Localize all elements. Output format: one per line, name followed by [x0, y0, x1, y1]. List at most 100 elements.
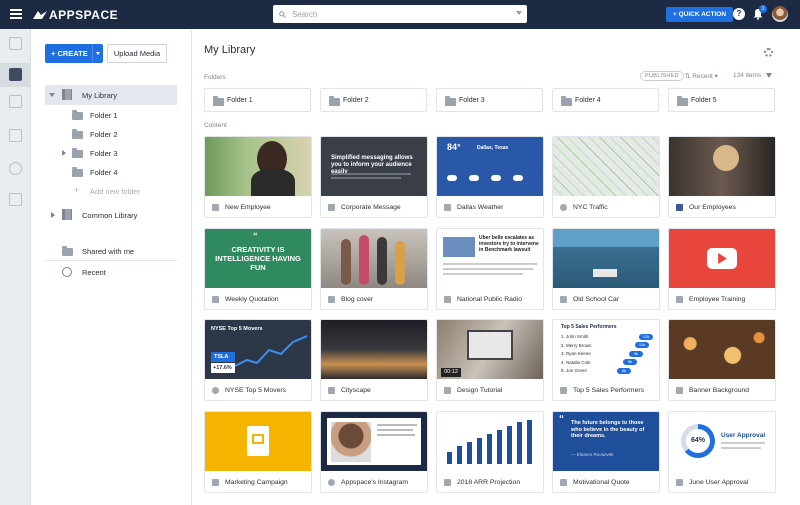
sort-label: Recent	[692, 73, 713, 80]
help-icon[interactable]: ?	[733, 8, 745, 20]
tasks-icon[interactable]	[9, 193, 22, 206]
tree-item-folder-2[interactable]: Folder 2	[45, 124, 177, 144]
hamburger-menu-icon[interactable]	[10, 9, 22, 19]
content-card[interactable]: Appspace's Instagram	[320, 411, 428, 493]
sales-name: 5. Jon Green	[561, 368, 588, 373]
dashboard-icon[interactable]	[9, 37, 22, 50]
tree-item-shared[interactable]: Shared with me	[45, 241, 177, 261]
sort-dropdown[interactable]: ⇅ Recent ▾	[685, 72, 718, 80]
content-card[interactable]: 2018 ARR Projection	[436, 411, 544, 493]
content-card[interactable]: Employee Training	[668, 228, 776, 310]
collapse-icon[interactable]	[49, 93, 55, 97]
cloud-icon	[444, 203, 451, 211]
folder-card[interactable]: Folder 5	[668, 88, 775, 112]
nyse-ticker: TSLA	[214, 354, 229, 360]
folder-card[interactable]: Folder 1	[204, 88, 311, 112]
tree-item-folder-4[interactable]: Folder 4	[45, 162, 177, 182]
upload-media-button[interactable]: Upload Media	[107, 44, 167, 63]
content-card[interactable]: 84° Dallas, Texas Dallas Weather	[436, 136, 544, 218]
gear-icon[interactable]	[764, 48, 773, 57]
appspace-logo[interactable]: APPSPACE	[33, 8, 118, 22]
share-icon[interactable]	[9, 95, 22, 108]
global-search[interactable]	[273, 5, 527, 23]
folder-icon	[72, 148, 83, 158]
tree-item-label: Folder 1	[90, 111, 118, 120]
content-card[interactable]: New Employee	[204, 136, 312, 218]
content-card[interactable]: Top 5 Sales Performers 1. John Smith 2. …	[552, 319, 660, 401]
template-icon	[560, 478, 567, 486]
channels-icon[interactable]	[9, 129, 22, 142]
tree-item-folder-3[interactable]: Folder 3	[45, 143, 177, 163]
content-card[interactable]: Simplified messaging allows you to infor…	[320, 136, 428, 218]
folder-card[interactable]: Folder 4	[552, 88, 659, 112]
approval-percent: 64%	[686, 429, 710, 453]
content-card[interactable]: Cityscape	[320, 319, 428, 401]
library-icon	[62, 209, 72, 220]
image-icon	[328, 295, 335, 303]
add-new-folder[interactable]: + Add new folder	[45, 181, 177, 201]
folder-card[interactable]: Folder 3	[436, 88, 543, 112]
quick-action-button[interactable]: + QUICK ACTION	[666, 7, 734, 22]
content-card[interactable]: 64% User Approval June User Approval	[668, 411, 776, 493]
tree-item-common-library[interactable]: Common Library	[45, 205, 177, 225]
folder-icon	[72, 167, 83, 177]
folder-name: Folder 5	[691, 97, 717, 104]
folder-icon	[213, 96, 224, 106]
sales-name: 2. Merry Brown	[561, 342, 592, 348]
thumbnail: “ The future belongs to those who believ…	[553, 412, 659, 471]
notification-count-badge: 1	[759, 5, 767, 13]
tree-item-folder-1[interactable]: Folder 1	[45, 105, 177, 125]
play-icon	[718, 253, 727, 264]
expand-icon[interactable]	[62, 150, 66, 156]
content-card[interactable]: Old School Car	[552, 228, 660, 310]
search-input[interactable]	[292, 9, 502, 19]
folder-icon	[677, 96, 688, 106]
thumbnail	[321, 229, 427, 288]
thumbnail: 00:12	[437, 320, 543, 379]
item-name: June User Approval	[689, 478, 749, 486]
tree-item-my-library[interactable]: My Library	[45, 85, 177, 105]
logo-mark-icon	[33, 11, 47, 19]
item-name: National Public Radio	[457, 295, 522, 303]
content-card[interactable]: “ CREATIVITY IS INTELLIGENCE HAVING FUN …	[204, 228, 312, 310]
create-button[interactable]: + CREATE	[45, 44, 103, 63]
content-card[interactable]: 00:12 Design Tutorial	[436, 319, 544, 401]
folder-card[interactable]: Folder 2	[320, 88, 427, 112]
thumbnail: 64% User Approval	[669, 412, 775, 471]
item-name: Marketing Campaign	[225, 478, 288, 486]
sales-title: Top 5 Sales Performers	[561, 324, 617, 330]
item-name: New Employee	[225, 203, 271, 211]
user-avatar[interactable]	[772, 6, 788, 22]
sales-value: 8k	[623, 359, 637, 365]
tree-item-label: Folder 2	[90, 130, 118, 139]
item-count: 134 items	[733, 72, 762, 79]
filter-icon[interactable]	[766, 73, 772, 78]
thumbnail	[553, 137, 659, 196]
thumbnail	[553, 229, 659, 288]
content-card[interactable]: Our Employees	[668, 136, 776, 218]
tree-item-recent[interactable]: Recent	[45, 262, 177, 282]
template-icon	[328, 203, 335, 211]
published-filter-chip[interactable]: PUBLISHED	[640, 71, 684, 81]
quote-author: — Eleanor Roosevelt	[571, 452, 614, 457]
plus-icon: +	[74, 185, 80, 195]
content-card[interactable]: Blog cover	[320, 228, 428, 310]
item-name: Motivational Quote	[573, 478, 630, 486]
shared-folder-icon	[72, 129, 83, 139]
content-card[interactable]: Uber belle escalates as investors try to…	[436, 228, 544, 310]
content-card[interactable]: “ The future belongs to those who believ…	[552, 411, 660, 493]
content-card[interactable]: NYC Traffic	[552, 136, 660, 218]
users-icon[interactable]	[9, 162, 22, 175]
tree-item-label: My Library	[82, 91, 118, 100]
video-icon	[676, 295, 683, 303]
create-dropdown-icon[interactable]	[92, 44, 103, 63]
content-card[interactable]: Banner Background	[668, 319, 776, 401]
search-dropdown-icon[interactable]	[516, 11, 522, 15]
folder-name: Folder 4	[575, 97, 601, 104]
expand-icon[interactable]	[51, 212, 55, 218]
thumbnail	[321, 320, 427, 379]
tree-item-label: Common Library	[82, 211, 138, 220]
content-card[interactable]: NYSE Top 5 Movers TSLA +17.6% NYSE Top 5…	[204, 319, 312, 401]
content-card[interactable]: Marketing Campaign	[204, 411, 312, 493]
library-icon[interactable]	[9, 68, 22, 81]
